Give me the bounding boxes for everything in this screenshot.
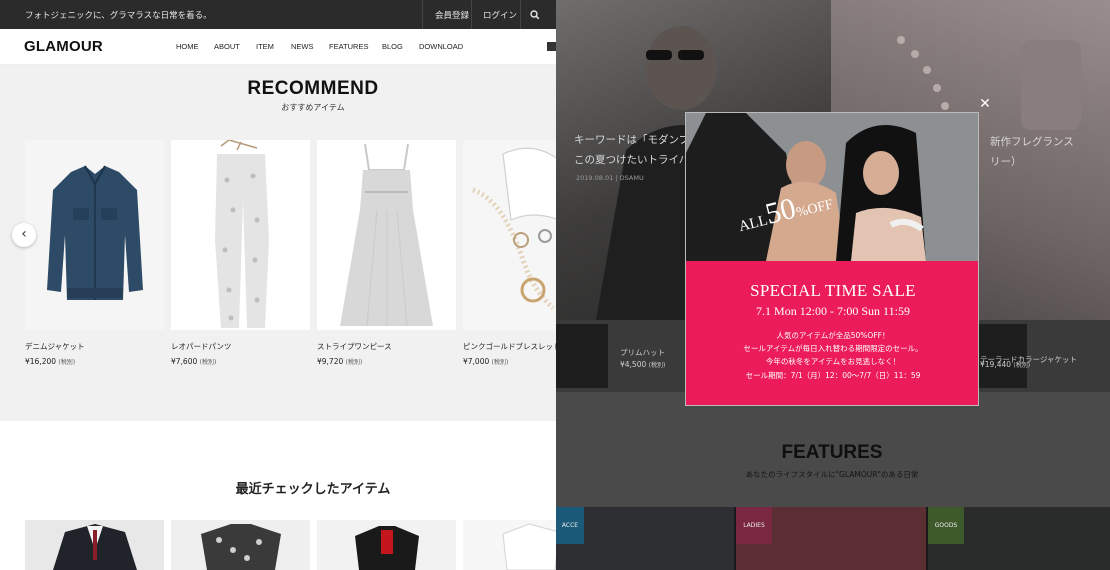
popup-image	[686, 113, 978, 261]
features-strip: ACCE LADIES GOODS	[556, 507, 1110, 570]
section-title: RECOMMEND	[247, 78, 379, 99]
product-price: ¥9,720 (税別)	[317, 357, 456, 366]
product-thumbnail[interactable]	[556, 324, 608, 388]
nav-blog[interactable]: BLOG	[382, 42, 403, 51]
nav-about[interactable]: ABOUT	[214, 42, 240, 51]
top-bar: フォトジェニックに、グラマラスな日常を着る。 会員登録 ログイン	[0, 0, 556, 29]
sale-line: 人気のアイテムが全品50%OFF！	[776, 331, 890, 340]
main-header: GLAMOUR HOME ABOUT ITEM NEWS FEATURES BL…	[0, 29, 556, 65]
nav-home[interactable]: HOME	[176, 42, 199, 51]
divider	[471, 0, 472, 29]
tax-note: (税別)	[199, 359, 217, 366]
tax-note: (税別)	[491, 359, 509, 366]
product-card[interactable]: ストライプワンピース ¥9,720 (税別)	[317, 140, 456, 366]
product-price: ¥16,200 (税別)	[25, 357, 164, 366]
feature-tag: ACCE	[556, 507, 584, 544]
register-link[interactable]: 会員登録	[435, 9, 469, 21]
feature-tag: GOODS	[928, 507, 964, 544]
hero-article-title-right[interactable]: 新作フレグランス リー）	[990, 132, 1074, 172]
sale-line: 今年の秋冬をアイテムをお見逃しなく！	[765, 357, 901, 367]
product-name[interactable]: デニムジャケット	[25, 341, 164, 352]
hero-article-title[interactable]: キーワードは「モダンプ この夏つけたいトライバ	[574, 130, 689, 170]
feature-tag: LADIES	[736, 507, 772, 544]
product-image[interactable]	[463, 140, 556, 330]
sale-line: セールアイテムが毎日入れ替わる期間限定のセール。	[743, 344, 923, 354]
site-logo[interactable]: GLAMOUR	[24, 38, 103, 55]
nav-item[interactable]: ITEM	[256, 42, 274, 51]
divider	[520, 0, 521, 29]
recent-item-image[interactable]	[171, 520, 310, 570]
product-name[interactable]: ピンクゴールドブレスレット	[463, 341, 556, 352]
tax-note: (税別)	[58, 359, 76, 366]
left-page: フォトジェニックに、グラマラスな日常を着る。 会員登録 ログイン GLAMOUR…	[0, 0, 556, 570]
search-icon[interactable]	[527, 7, 543, 23]
sale-description: 人気のアイテムが全品50%OFF！ セールアイテムが毎日入れ替わる期間限定のセー…	[686, 329, 978, 382]
features-title: FEATURES	[781, 442, 883, 463]
product-image[interactable]	[317, 140, 456, 330]
chevron-left-icon: ‹	[21, 226, 27, 242]
nav-news[interactable]: NEWS	[291, 42, 314, 51]
nav-features[interactable]: FEATURES	[329, 42, 368, 51]
nav-download[interactable]: DOWNLOAD	[419, 42, 463, 51]
product-card[interactable]: デニムジャケット ¥16,200 (税別)	[25, 140, 164, 366]
hero-article-meta: 2019.08.01 | OSAMU	[576, 174, 644, 182]
product-price: ¥7,000 (税別)	[463, 357, 556, 366]
recent-item-image[interactable]	[317, 520, 456, 570]
product-image[interactable]	[25, 140, 164, 330]
price-value: ¥7,000	[463, 357, 490, 366]
recommend-section: RECOMMEND おすすめアイテム デニムジャケット ¥16,200 (税別)	[0, 65, 556, 421]
recent-item-image[interactable]	[25, 520, 164, 570]
features-subtitle: あなたのライフスタイルに"GLAMOUR"のある日常	[745, 470, 919, 479]
product-price: ¥19,440 (税別)	[980, 360, 1031, 369]
modal-overlay-page: キーワードは「モダンプ この夏つけたいトライバ 2019.08.01 | OSAM…	[556, 0, 1110, 570]
product-price: ¥4,500 (税別)	[620, 360, 666, 369]
tagline: フォトジェニックに、グラマラスな日常を着る。	[25, 11, 212, 21]
product-name[interactable]: プリムハット	[620, 347, 665, 358]
recent-item-image[interactable]	[463, 520, 556, 570]
product-name[interactable]: ストライプワンピース	[317, 341, 456, 352]
close-icon[interactable]: ✕	[977, 96, 993, 112]
product-card[interactable]: ピンクゴールドブレスレット ¥7,000 (税別)	[463, 140, 556, 366]
carousel-prev-button[interactable]: ‹	[12, 223, 36, 247]
facebook-icon[interactable]	[547, 42, 556, 51]
product-name[interactable]: レオパードパンツ	[171, 341, 310, 352]
divider	[422, 0, 423, 29]
recently-viewed-title: 最近チェックしたアイテム	[235, 482, 391, 497]
sale-title: SPECIAL TIME SALE	[750, 281, 916, 300]
price-value: ¥7,600	[171, 357, 198, 366]
section-subtitle: おすすめアイテム	[281, 103, 345, 112]
sale-line: セール期間：7/1（月）12：00〜7/7（日）11：59	[745, 370, 921, 380]
product-price: ¥7,600 (税別)	[171, 357, 310, 366]
login-link[interactable]: ログイン	[483, 9, 517, 21]
sale-dates: 7.1 Mon 12:00 - 7:00 Sun 11:59	[756, 304, 910, 318]
sale-popup[interactable]: ALL50%OFF SPECIAL TIME SALE 7.1 Mon 12:0…	[685, 112, 979, 406]
product-card[interactable]: レオパードパンツ ¥7,600 (税別)	[171, 140, 310, 366]
tax-note: (税別)	[345, 359, 363, 366]
product-image[interactable]	[171, 140, 310, 330]
price-value: ¥9,720	[317, 357, 344, 366]
price-value: ¥16,200	[25, 357, 57, 366]
